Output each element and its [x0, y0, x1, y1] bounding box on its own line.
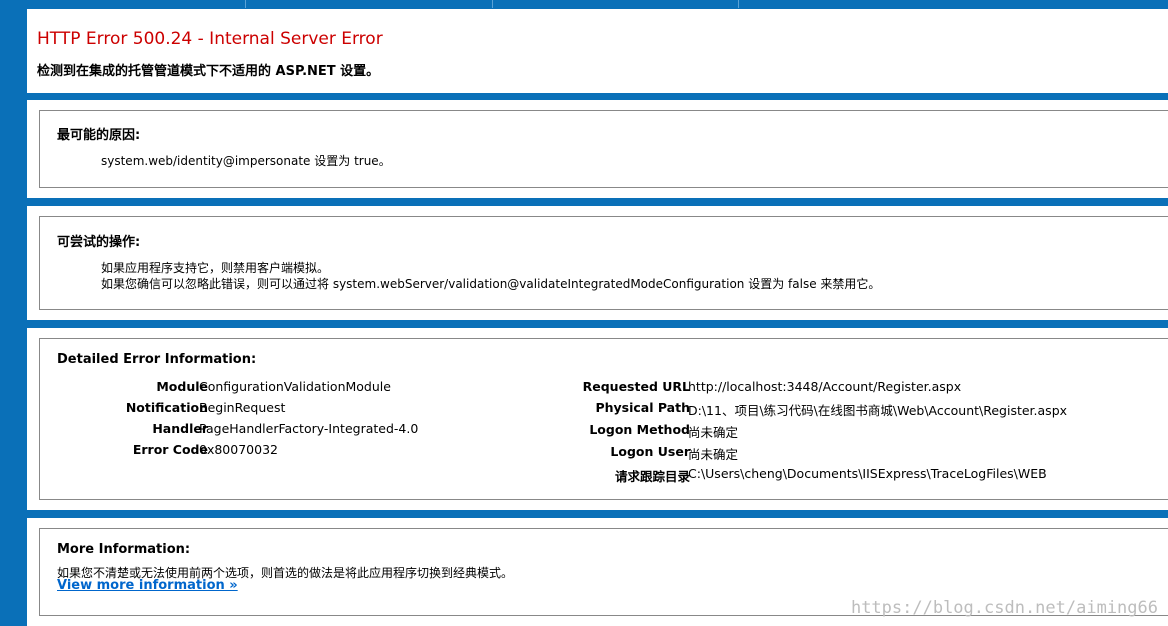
more-info-section: More Information: 如果您不清楚或无法使用前两个选项，则首选的做…: [27, 518, 1168, 626]
detail-value-logon-method: 尚未确定: [688, 425, 739, 440]
detail-value-trace-dir: C:\Users\cheng\Documents\IISExpress\Trac…: [688, 466, 1047, 481]
top-frame-bar: [0, 0, 1168, 8]
actions-section: 可尝试的操作: 如果应用程序支持它，则禁用客户端模拟。 如果您确信可以忽略此错误…: [27, 206, 1168, 320]
details-title: Detailed Error Information:: [57, 352, 257, 367]
detail-value-physical-path: D:\11、项目\练习代码\在线图书商城\Web\Account\Registe…: [688, 403, 1068, 418]
detail-value-handler: PageHandlerFactory-Integrated-4.0: [199, 421, 419, 436]
watermark: https://blog.csdn.net/aiming66: [850, 598, 1158, 618]
detail-value-module: ConfigurationValidationModule: [199, 379, 391, 394]
detail-value-error-code: 0x80070032: [199, 442, 278, 457]
actions-title: 可尝试的操作:: [57, 235, 141, 250]
causes-title: 最可能的原因:: [57, 128, 141, 143]
actions-panel: 可尝试的操作: 如果应用程序支持它，则禁用客户端模拟。 如果您确信可以忽略此错误…: [39, 216, 1168, 310]
error-header: HTTP Error 500.24 - Internal Server Erro…: [27, 9, 1168, 93]
detail-label-logon-user: Logon User: [610, 444, 690, 459]
action-item: 如果应用程序支持它，则禁用客户端模拟。: [101, 261, 330, 275]
causes-panel: 最可能的原因: system.web/identity@impersonate …: [39, 110, 1168, 188]
details-section: Detailed Error Information: Module Confi…: [27, 328, 1168, 510]
detail-label-logon-method: Logon Method: [589, 422, 690, 437]
cause-item: system.web/identity@impersonate 设置为 true…: [101, 154, 391, 168]
detail-value-logon-user: 尚未确定: [688, 447, 739, 462]
detail-label-physical-path: Physical Path: [595, 400, 690, 415]
detail-label-trace-dir: 请求跟踪目录: [614, 469, 690, 484]
error-title: HTTP Error 500.24 - Internal Server Erro…: [37, 29, 383, 49]
error-subtitle: 检测到在集成的托管管道模式下不适用的 ASP.NET 设置。: [37, 64, 380, 79]
left-frame-bar: [0, 0, 27, 626]
detail-value-notification: BeginRequest: [199, 400, 286, 415]
action-item: 如果您确信可以忽略此错误，则可以通过将 system.webServer/val…: [101, 277, 881, 291]
view-more-information-link[interactable]: View more information »: [57, 578, 238, 593]
details-panel: Detailed Error Information: Module Confi…: [39, 338, 1168, 500]
detail-value-requested-url: http://localhost:3448/Account/Register.a…: [688, 379, 962, 394]
causes-section: 最可能的原因: system.web/identity@impersonate …: [27, 100, 1168, 198]
detail-label-error-code: Error Code: [132, 442, 208, 457]
detail-label-notification: Notification: [125, 400, 208, 415]
detail-label-requested-url: Requested URL: [582, 379, 690, 394]
more-info-title: More Information:: [57, 542, 191, 557]
